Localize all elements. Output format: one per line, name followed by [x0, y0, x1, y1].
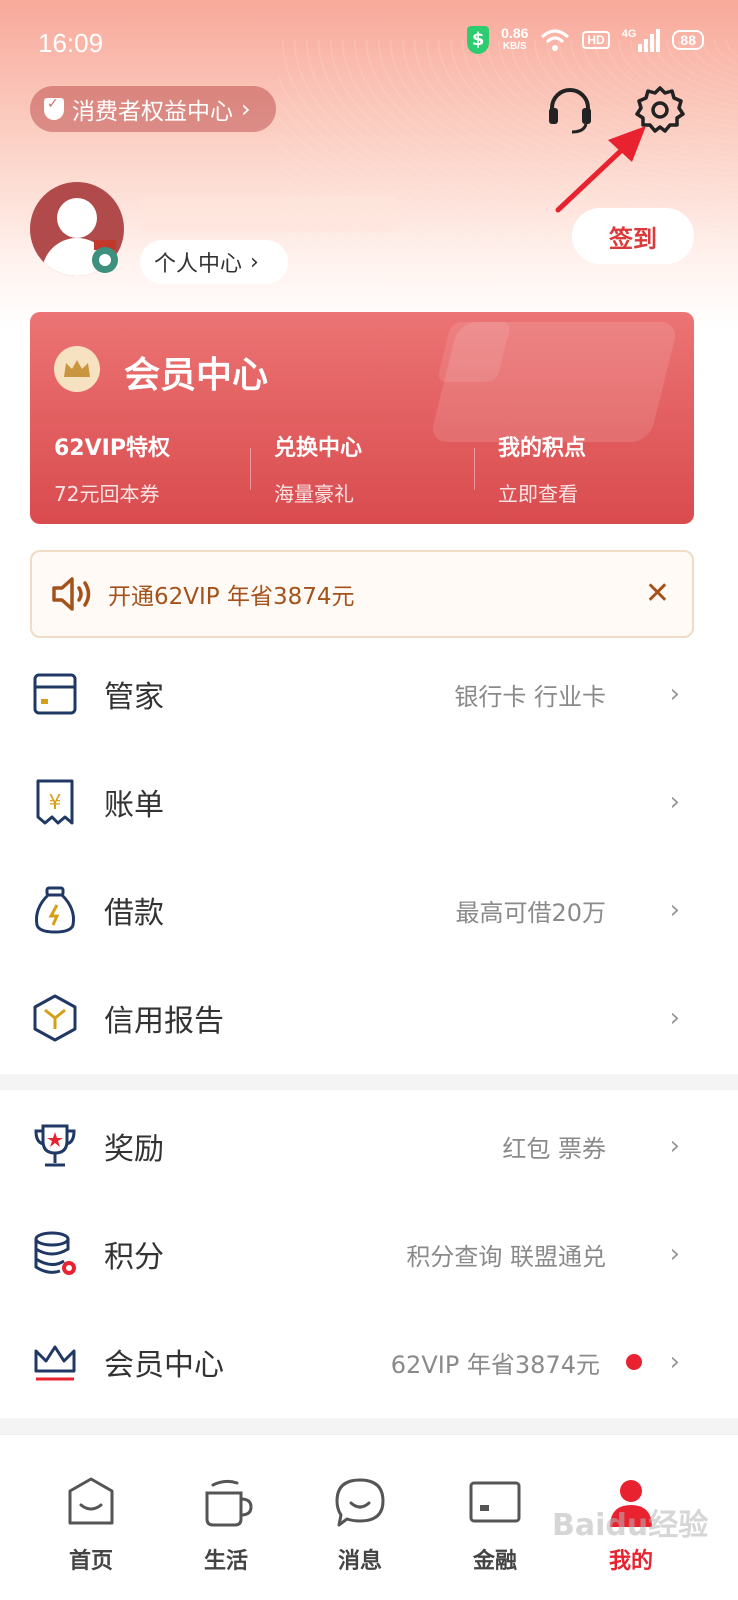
menu-item-label: 奖励 [104, 1132, 164, 1167]
card-icon [33, 673, 77, 715]
menu-item-loan[interactable]: 借款 最高可借20万 › [0, 856, 738, 964]
trophy-icon [34, 1124, 76, 1167]
menu-item-rewards[interactable]: 奖励 红包 票券 › [0, 1092, 738, 1200]
network-speed-unit: KB/S [502, 41, 527, 52]
network-speed-value: 0.86 [501, 25, 529, 41]
status-bar: 16:09 $ 0.86 KB/S HD 4G 88 [0, 0, 738, 88]
vip-item-title: 兑换中心 [274, 436, 363, 461]
vip-points-item[interactable]: 我的积点 立即查看 [498, 430, 694, 507]
svg-text:¥: ¥ [49, 790, 62, 814]
personal-center-label: 个人中心 [154, 252, 243, 277]
vip-item-subtitle: 海量豪礼 [274, 482, 354, 506]
chevron-right-icon: › [669, 1347, 680, 1377]
menu-item-subtitle: 红包 票券 [502, 1134, 606, 1163]
coins-icon [34, 1231, 76, 1275]
menu-item-vip-center[interactable]: 会员中心 62VIP 年省3874元 › [0, 1308, 738, 1416]
tab-messages[interactable]: 消息 [315, 1475, 405, 1575]
divider [250, 448, 251, 490]
tab-label: 生活 [203, 1549, 248, 1574]
menu-item-subtitle: 62VIP 年省3874元 [390, 1350, 600, 1379]
security-shield-icon: $ [467, 26, 490, 54]
message-icon [335, 1478, 385, 1527]
crown-icon [34, 1345, 76, 1381]
close-icon[interactable]: ✕ [645, 576, 670, 611]
medal-badge-icon [92, 240, 118, 273]
chevron-right-icon: › [669, 1239, 680, 1269]
menu-item-label: 会员中心 [104, 1348, 224, 1383]
signal-icon: 4G [622, 28, 661, 52]
menu-item-bill[interactable]: ¥ 账单 › [0, 748, 738, 856]
vip-item-subtitle: 立即查看 [498, 482, 578, 506]
cup-icon [205, 1479, 253, 1527]
tab-home[interactable]: 首页 [46, 1475, 136, 1575]
menu-item-label: 借款 [104, 896, 164, 931]
chevron-right-icon: › [669, 1003, 680, 1033]
menu-item-label: 账单 [104, 788, 164, 823]
chevron-right-icon: › [669, 787, 680, 817]
chevron-right-icon: › [241, 95, 251, 123]
menu-item-credit-report[interactable]: 信用报告 › [0, 964, 738, 1072]
checkin-button[interactable]: 签到 [572, 208, 694, 264]
section-divider [0, 1418, 738, 1434]
chevron-right-icon: › [669, 679, 680, 709]
chevron-right-icon: › [669, 1131, 680, 1161]
network-speed: 0.86 KB/S [501, 26, 528, 54]
vip-exchange-item[interactable]: 兑换中心 海量豪礼 [274, 430, 474, 507]
notification-dot [626, 1354, 642, 1370]
consumer-rights-label: 消费者权益中心 [72, 99, 233, 125]
network-type: 4G [621, 28, 637, 40]
personal-center-button[interactable]: 个人中心 › [140, 240, 288, 284]
chevron-right-icon: › [669, 895, 680, 925]
menu-item-subtitle: 银行卡 行业卡 [454, 682, 606, 711]
divider [474, 448, 475, 490]
wifi-icon [541, 29, 570, 51]
vip-card-title: 会员中心 [124, 355, 269, 396]
menu-item-manager[interactable]: 管家 银行卡 行业卡 › [0, 640, 738, 748]
shield-icon [44, 96, 64, 120]
vip-item-title: 62VIP特权 [54, 436, 170, 461]
chevron-right-icon: › [250, 249, 259, 275]
tab-life[interactable]: 生活 [181, 1475, 271, 1575]
money-bag-icon [35, 886, 75, 934]
menu-item-label: 管家 [104, 680, 164, 715]
vip-card[interactable]: 会员中心 62VIP特权 72元回本券 兑换中心 海量豪礼 我的积点 立即查看 [30, 312, 694, 524]
watermark: Baidu经验 [552, 1508, 709, 1543]
menu-item-subtitle: 最高可借20万 [455, 898, 606, 927]
hd-indicator: HD [582, 31, 610, 49]
consumer-rights-button[interactable]: 消费者权益中心 › [30, 86, 276, 132]
crown-icon [54, 346, 100, 392]
bill-icon: ¥ [36, 779, 74, 825]
menu-item-subtitle: 积分查询 联盟通兑 [406, 1242, 606, 1271]
speaker-icon [52, 577, 91, 611]
vip-item-title: 我的积点 [498, 436, 587, 461]
vip-promo-banner[interactable]: 开通62VIP 年省3874元 ✕ [30, 550, 694, 638]
home-icon [68, 1477, 114, 1525]
credit-report-icon [33, 994, 77, 1042]
section-divider [0, 1074, 738, 1090]
annotation-arrow-icon [555, 126, 646, 213]
menu-item-label: 积分 [104, 1240, 164, 1275]
battery-indicator: 88 [672, 30, 704, 50]
status-icons: $ 0.86 KB/S HD 4G 88 [467, 26, 704, 54]
vip-item-subtitle: 72元回本券 [54, 482, 160, 506]
status-time: 16:09 [38, 28, 104, 58]
tab-label: 金融 [472, 1549, 517, 1574]
vip-privilege-item[interactable]: 62VIP特权 72元回本券 [54, 430, 254, 507]
tab-label: 我的 [608, 1549, 653, 1574]
tab-label: 首页 [68, 1549, 113, 1574]
username-placeholder [140, 196, 400, 232]
tab-label: 消息 [337, 1549, 382, 1574]
card-icon [469, 1481, 521, 1523]
menu-item-points[interactable]: 积分 积分查询 联盟通兑 › [0, 1200, 738, 1308]
tab-finance[interactable]: 金融 [450, 1475, 540, 1575]
promo-text: 开通62VIP 年省3874元 [108, 584, 355, 610]
menu-item-label: 信用报告 [104, 1004, 224, 1039]
